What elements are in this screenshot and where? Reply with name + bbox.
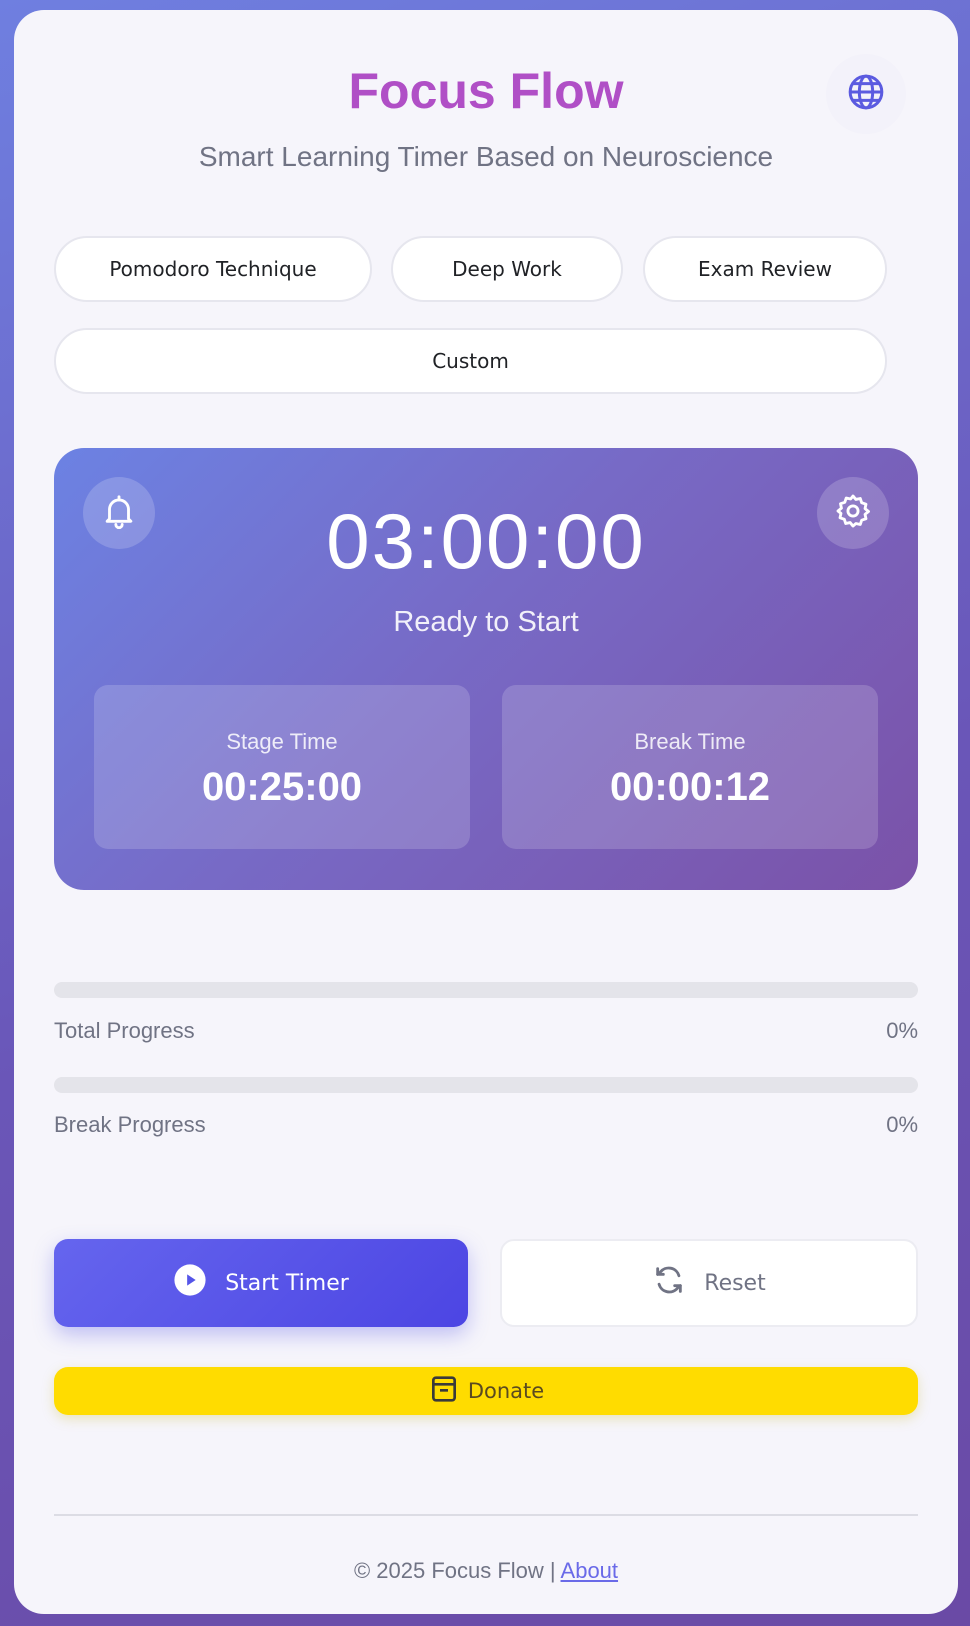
main-card: Focus Flow Smart Learning Timer Based on… [14, 10, 958, 1614]
stage-time-box: Stage Time 00:25:00 [94, 685, 470, 849]
about-link[interactable]: About [561, 1558, 619, 1583]
start-timer-label: Start Timer [225, 1270, 349, 1296]
mode-custom-button[interactable]: Custom [54, 328, 887, 394]
total-progress-percent: 0% [886, 1018, 918, 1043]
app-title: Focus Flow [348, 63, 624, 119]
mode-pomodoro-button[interactable]: Pomodoro Technique [54, 236, 372, 302]
break-progress-bar [54, 1077, 918, 1093]
stage-time-label: Stage Time [226, 729, 338, 754]
reset-label: Reset [704, 1270, 766, 1296]
timer-status: Ready to Start [393, 606, 579, 638]
break-progress-label: Break Progress [54, 1112, 206, 1137]
language-button[interactable] [826, 54, 906, 134]
refresh-icon [652, 1263, 686, 1303]
footer-divider [54, 1514, 918, 1516]
globe-icon [846, 72, 886, 117]
total-progress-bar [54, 982, 918, 998]
reset-button[interactable]: Reset [500, 1239, 918, 1327]
total-progress-label: Total Progress [54, 1018, 195, 1043]
play-icon [173, 1263, 207, 1303]
app-subtitle: Smart Learning Timer Based on Neuroscien… [198, 141, 774, 172]
mode-exam-review-button[interactable]: Exam Review [643, 236, 887, 302]
break-progress-percent: 0% [886, 1112, 918, 1137]
mode-deep-work-button[interactable]: Deep Work [391, 236, 623, 302]
stage-time-value: 00:25:00 [201, 765, 363, 809]
start-timer-button[interactable]: Start Timer [54, 1239, 468, 1327]
footer: © 2025 Focus Flow | About [14, 1558, 958, 1584]
footer-copyright: © 2025 Focus Flow | [353, 1558, 561, 1583]
archive-icon [428, 1373, 460, 1410]
countdown-display: 03:00:00 [326, 497, 646, 585]
donate-button[interactable]: Donate [54, 1367, 918, 1415]
timer-panel: 03:00:00 Ready to Start Stage Time 00:25… [54, 448, 918, 890]
break-time-value: 00:00:12 [609, 765, 771, 809]
donate-label: Donate [467, 1379, 545, 1403]
break-time-box: Break Time 00:00:12 [502, 685, 878, 849]
break-time-label: Break Time [634, 729, 746, 754]
